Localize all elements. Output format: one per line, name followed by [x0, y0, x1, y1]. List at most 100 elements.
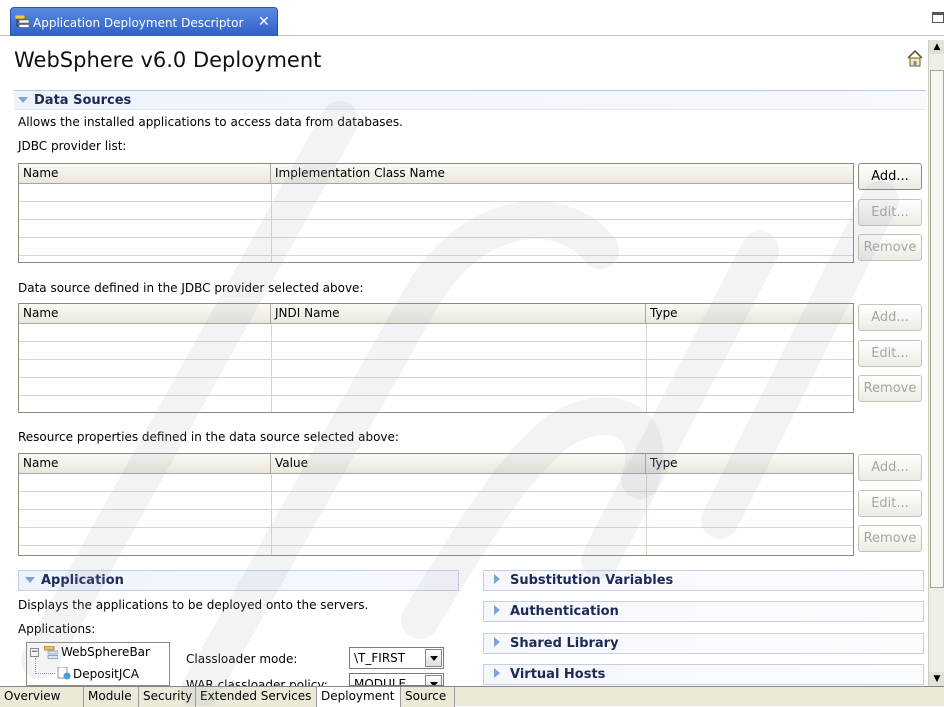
- datasource-table[interactable]: Name JNDI Name Type: [18, 303, 854, 413]
- resource-remove-button[interactable]: Remove: [858, 525, 922, 552]
- applications-tree[interactable]: − WebSphereBar DepositJCA: [26, 642, 170, 686]
- tree-collapse-toggle[interactable]: −: [30, 648, 39, 657]
- vertical-scrollbar[interactable]: ▲ ▼: [928, 40, 944, 686]
- tab-security[interactable]: Security: [139, 687, 196, 707]
- tab-module[interactable]: Module: [84, 687, 139, 707]
- authentication-title: Authentication: [510, 604, 619, 619]
- scroll-up-icon[interactable]: ▲: [929, 40, 944, 54]
- collapse-icon: [25, 577, 35, 583]
- column-divider: [646, 474, 647, 555]
- home-icon[interactable]: [906, 49, 924, 67]
- application-header[interactable]: Application: [18, 570, 459, 591]
- table-row[interactable]: [19, 378, 853, 396]
- substitution-variables-header[interactable]: Substitution Variables: [483, 570, 924, 591]
- chevron-down-icon[interactable]: [425, 675, 442, 685]
- table-row[interactable]: [19, 528, 853, 546]
- column-divider: [646, 324, 647, 412]
- war-classloader-label: WAR classloader policy:: [186, 678, 328, 686]
- shared-library-header[interactable]: Shared Library: [483, 633, 924, 654]
- data-sources-description: Allows the installed applications to acc…: [18, 115, 403, 129]
- close-icon[interactable]: ✕: [258, 14, 270, 30]
- tree-connector: [35, 658, 36, 674]
- classloader-mode-select[interactable]: \T_FIRST: [349, 647, 444, 669]
- column-header-value[interactable]: Value: [271, 454, 646, 474]
- resource-properties-label: Resource properties defined in the data …: [18, 430, 399, 444]
- resource-edit-button[interactable]: Edit...: [858, 490, 922, 517]
- virtual-hosts-title: Virtual Hosts: [510, 667, 606, 682]
- table-row[interactable]: [19, 324, 853, 342]
- jdbc-edit-button[interactable]: Edit...: [858, 199, 922, 226]
- column-divider: [271, 324, 272, 412]
- tab-source[interactable]: Source: [401, 687, 455, 707]
- application-title: Application: [41, 573, 124, 588]
- applications-label: Applications:: [18, 622, 96, 636]
- column-header-name[interactable]: Name: [19, 454, 271, 474]
- table-row[interactable]: [19, 202, 853, 220]
- maximize-icon[interactable]: [932, 12, 944, 23]
- column-divider: [271, 184, 272, 262]
- jdbc-provider-label: JDBC provider list:: [18, 139, 127, 153]
- resource-properties-table[interactable]: Name Value Type: [18, 453, 854, 556]
- table-row[interactable]: [19, 492, 853, 510]
- column-header-type[interactable]: Type: [646, 454, 853, 474]
- editor-page-tabs: Overview Module Security Extended Servic…: [0, 686, 944, 707]
- datasource-add-button[interactable]: Add...: [858, 304, 922, 331]
- classloader-mode-label: Classloader mode:: [186, 652, 298, 666]
- column-header-jndi-name[interactable]: JNDI Name: [271, 304, 646, 324]
- table-row[interactable]: [19, 342, 853, 360]
- tree-item-depositjca[interactable]: DepositJCA: [73, 667, 139, 681]
- table-row[interactable]: [19, 238, 853, 256]
- module-icon: [57, 667, 71, 680]
- descriptor-icon: [15, 15, 29, 28]
- tree-connector: [35, 673, 55, 674]
- column-header-type[interactable]: Type: [646, 304, 853, 324]
- virtual-hosts-header[interactable]: Virtual Hosts: [483, 664, 924, 685]
- war-classloader-select[interactable]: MODULE: [349, 673, 444, 686]
- scroll-down-icon[interactable]: ▼: [929, 672, 944, 686]
- expand-icon: [494, 637, 500, 647]
- tab-deployment[interactable]: Deployment: [317, 687, 401, 707]
- data-sources-header[interactable]: Data Sources: [14, 90, 926, 110]
- jdbc-remove-button[interactable]: Remove: [858, 234, 922, 261]
- editor-tab-title: Application Deployment Descriptor: [33, 16, 244, 30]
- table-header: Name Implementation Class Name: [19, 164, 853, 184]
- data-sources-title: Data Sources: [34, 93, 132, 108]
- table-row[interactable]: [19, 396, 853, 412]
- authentication-header[interactable]: Authentication: [483, 601, 924, 622]
- jdbc-provider-table[interactable]: Name Implementation Class Name: [18, 163, 854, 263]
- column-header-name[interactable]: Name: [19, 304, 271, 324]
- datasource-remove-button[interactable]: Remove: [858, 375, 922, 402]
- chevron-down-icon[interactable]: [425, 649, 442, 667]
- resource-add-button[interactable]: Add...: [858, 454, 922, 481]
- expand-icon: [494, 574, 500, 584]
- table-row[interactable]: [19, 510, 853, 528]
- war-classloader-value: MODULE: [354, 677, 407, 686]
- table-row[interactable]: [19, 474, 853, 492]
- column-divider: [271, 474, 272, 555]
- column-header-name[interactable]: Name: [19, 164, 271, 184]
- editor-tab-strip: Application Deployment Descriptor ✕: [0, 0, 944, 36]
- tab-extended-services[interactable]: Extended Services: [196, 687, 317, 707]
- table-row[interactable]: [19, 220, 853, 238]
- shared-library-title: Shared Library: [510, 636, 619, 651]
- application-icon: [44, 646, 58, 659]
- tab-overview[interactable]: Overview: [0, 687, 84, 707]
- table-row[interactable]: [19, 184, 853, 202]
- datasource-label: Data source defined in the JDBC provider…: [18, 281, 364, 295]
- expand-icon: [494, 605, 500, 615]
- jdbc-add-button[interactable]: Add...: [858, 163, 922, 190]
- tree-item-websphere[interactable]: WebSphereBar: [61, 645, 150, 659]
- scrollbar-thumb[interactable]: [930, 70, 944, 588]
- page-title: WebSphere v6.0 Deployment: [14, 48, 322, 72]
- column-header-implementation-class[interactable]: Implementation Class Name: [271, 164, 853, 184]
- substitution-variables-title: Substitution Variables: [510, 573, 674, 588]
- application-description: Displays the applications to be deployed…: [18, 598, 369, 612]
- expand-icon: [494, 668, 500, 678]
- table-row[interactable]: [19, 360, 853, 378]
- editor-tab[interactable]: Application Deployment Descriptor ✕: [10, 7, 278, 36]
- collapse-icon: [18, 97, 28, 103]
- table-header: Name Value Type: [19, 454, 853, 474]
- table-header: Name JNDI Name Type: [19, 304, 853, 324]
- datasource-edit-button[interactable]: Edit...: [858, 340, 922, 367]
- classloader-mode-value: \T_FIRST: [354, 651, 406, 665]
